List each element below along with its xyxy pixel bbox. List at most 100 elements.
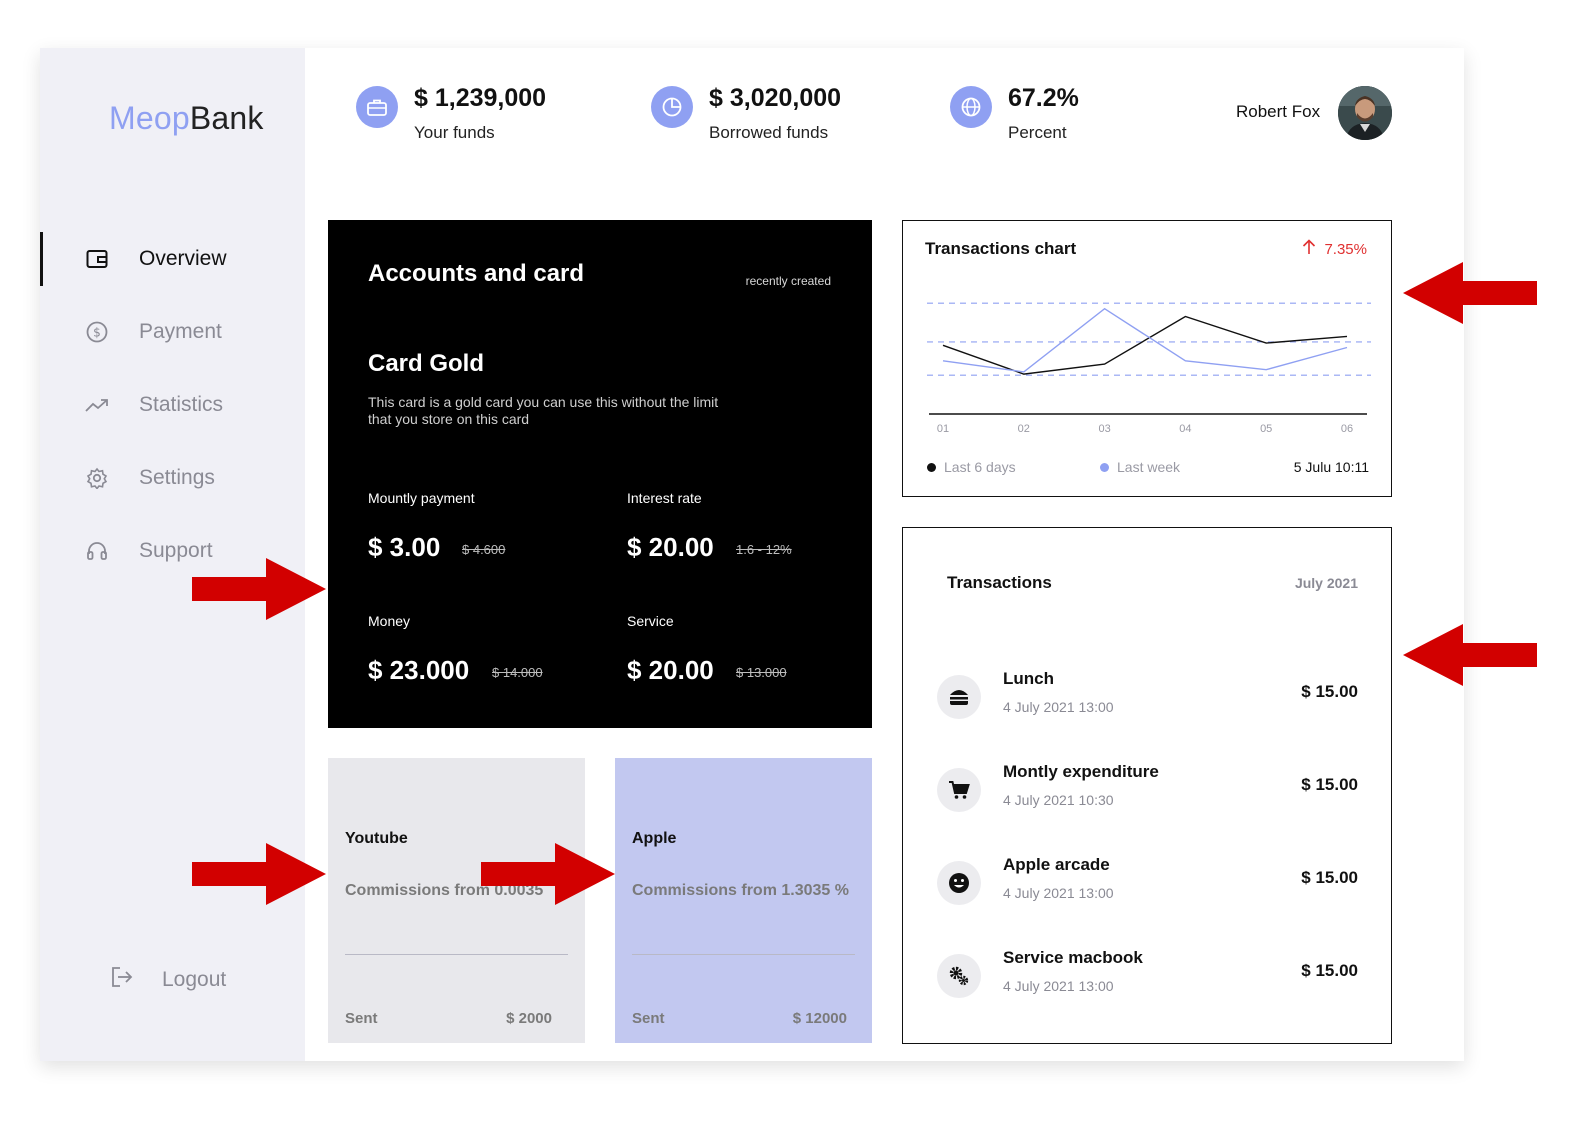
sidebar: MeopBank Overview $ Payment Statistics S…: [40, 48, 305, 1061]
interest-rate-old: 1.6 - 12%: [736, 542, 792, 557]
headset-icon: [85, 539, 109, 563]
interest-rate-label: Interest rate: [627, 490, 702, 506]
transaction-amount: $ 15.00: [1301, 682, 1358, 701]
logout-icon: [110, 966, 134, 994]
sent-label: Sent: [345, 1010, 378, 1027]
transaction-amount: $ 15.00: [1301, 961, 1358, 980]
annotation-arrow-apple: [481, 843, 615, 905]
transactions-chart-panel: Transactions chart 7.35% 01 02 03 04 05 06 La…: [902, 220, 1392, 497]
interest-rate-value: $ 20.00: [627, 532, 714, 562]
transaction-date: 4 July 2021 13:00: [1003, 978, 1114, 994]
service-old: $ 13.000: [736, 665, 787, 680]
brand-part-2: Bank: [189, 100, 264, 136]
gears-icon: [937, 954, 981, 998]
chart-date: 5 Julu 10:11: [1293, 459, 1369, 475]
transaction-amount: $ 15.00: [1301, 775, 1358, 794]
legend-label: Last week: [1117, 459, 1181, 475]
avatar[interactable]: [1338, 86, 1392, 140]
sidebar-item-label: Overview: [139, 247, 227, 270]
transactions-panel: Transactions July 2021 Lunch 4 July 2021…: [902, 527, 1392, 1044]
chart-x-tick-label: 01: [937, 423, 949, 435]
sent-label: Sent: [632, 1010, 665, 1027]
chart-x-tick-label: 02: [1018, 423, 1030, 435]
pie-chart-icon: [651, 86, 693, 128]
chart-x-tick-label: 04: [1179, 423, 1191, 435]
service-label: Service: [627, 613, 674, 629]
transaction-date: 4 July 2021 13:00: [1003, 885, 1114, 901]
subscription-name: Apple: [632, 830, 677, 847]
transaction-amount: $ 15.00: [1301, 868, 1358, 887]
legend-dot: [1100, 462, 1109, 472]
sidebar-item-label: Payment: [139, 320, 222, 343]
card-name: Card Gold: [368, 350, 485, 377]
transaction-title: Apple arcade: [1003, 855, 1110, 874]
chart-x-tick-label: 03: [1098, 423, 1110, 435]
stat-your-funds: $ 1,239,000 Your funds: [356, 84, 546, 143]
dollar-circle-icon: $: [85, 320, 109, 344]
transaction-row-apple-arcade[interactable]: Apple arcade 4 July 2021 13:00 $ 15.00: [937, 851, 1358, 915]
annotation-arrow-transactions: [1403, 624, 1537, 686]
money-value: $ 23.000: [368, 655, 470, 685]
brand-part-1: Meop: [109, 100, 190, 136]
monthly-payment-label: Mountly payment: [368, 490, 475, 506]
nav-active-indicator: [40, 232, 43, 286]
smiley-icon: [937, 861, 981, 905]
sidebar-item-payment[interactable]: $ Payment: [85, 305, 305, 359]
transactions-line-chart: 01 02 03 04 05 06: [927, 302, 1371, 435]
transaction-row-monthly-expenditure[interactable]: Montly expenditure 4 July 2021 10:30 $ 1…: [937, 758, 1358, 822]
stat-value: 67.2%: [1008, 84, 1079, 112]
user-name[interactable]: Robert Fox: [1236, 102, 1320, 122]
annotation-arrow-youtube: [192, 843, 326, 905]
wallet-icon: [85, 247, 109, 271]
service-value: $ 20.00: [627, 655, 714, 685]
stat-label: Percent: [1008, 123, 1067, 142]
accounts-card-panel[interactable]: Accounts and card recently created Card …: [328, 220, 872, 728]
stat-percent: 67.2% Percent: [950, 84, 1079, 143]
subscription-name: Youtube: [345, 830, 408, 847]
legend-dot: [927, 462, 936, 472]
sent-amount: $ 12000: [792, 1010, 847, 1027]
transaction-date: 4 July 2021 13:00: [1003, 699, 1114, 715]
sent-amount: $ 2000: [506, 1010, 552, 1027]
sidebar-item-settings[interactable]: Settings: [85, 451, 305, 505]
monthly-payment-old: $ 4.600: [462, 542, 506, 557]
stat-label: Borrowed funds: [709, 123, 829, 142]
card-description: This card is a gold card you can use thi…: [368, 394, 719, 427]
legend-item-last-week: Last week: [1100, 459, 1180, 475]
stat-value: $ 1,239,000: [414, 84, 547, 112]
stat-label: Your funds: [414, 123, 495, 142]
trending-up-icon: [85, 393, 109, 417]
annotation-arrow-chart: [1403, 262, 1537, 324]
legend-item-last-6-days: Last 6 days: [927, 459, 1016, 475]
transactions-month[interactable]: July 2021: [1295, 575, 1358, 591]
accounts-title: Accounts and card: [368, 260, 585, 287]
money-label: Money: [368, 613, 411, 629]
transaction-title: Service macbook: [1003, 948, 1143, 967]
transactions-title: Transactions: [947, 573, 1052, 592]
subscription-commission: Commissions from 1.3035 %: [632, 882, 849, 899]
globe-icon: [950, 86, 992, 128]
logout-label: Logout: [162, 968, 227, 991]
transaction-row-lunch[interactable]: Lunch 4 July 2021 13:00 $ 15.00: [937, 665, 1358, 729]
stat-value: $ 3,020,000: [709, 84, 842, 112]
sidebar-item-label: Settings: [139, 466, 215, 489]
transaction-row-service-macbook[interactable]: Service macbook 4 July 2021 13:00 $ 15.0…: [937, 944, 1358, 1008]
transaction-title: Montly expenditure: [1003, 762, 1159, 781]
divider: [345, 954, 568, 955]
transaction-title: Lunch: [1003, 669, 1054, 688]
sidebar-item-statistics[interactable]: Statistics: [85, 378, 305, 432]
subscription-card-apple[interactable]: Apple Commissions from 1.3035 % Sent $ 1…: [615, 758, 872, 1043]
brand-logo[interactable]: MeopBank: [109, 100, 264, 137]
stat-borrowed-funds: $ 3,020,000 Borrowed funds: [651, 84, 841, 143]
legend-label: Last 6 days: [944, 459, 1016, 475]
chart-series-line-last-6-days: [942, 315, 1348, 375]
divider: [632, 954, 855, 955]
transaction-date: 4 July 2021 10:30: [1003, 792, 1114, 808]
briefcase-icon: [356, 86, 398, 128]
logout-button[interactable]: Logout: [110, 966, 226, 994]
sidebar-item-overview[interactable]: Overview: [85, 232, 305, 286]
app-window: MeopBank Overview $ Payment Statistics S…: [40, 48, 1464, 1061]
gear-icon: [85, 466, 109, 490]
money-old: $ 14.000: [492, 665, 543, 680]
chart-x-tick-label: 06: [1341, 423, 1353, 435]
